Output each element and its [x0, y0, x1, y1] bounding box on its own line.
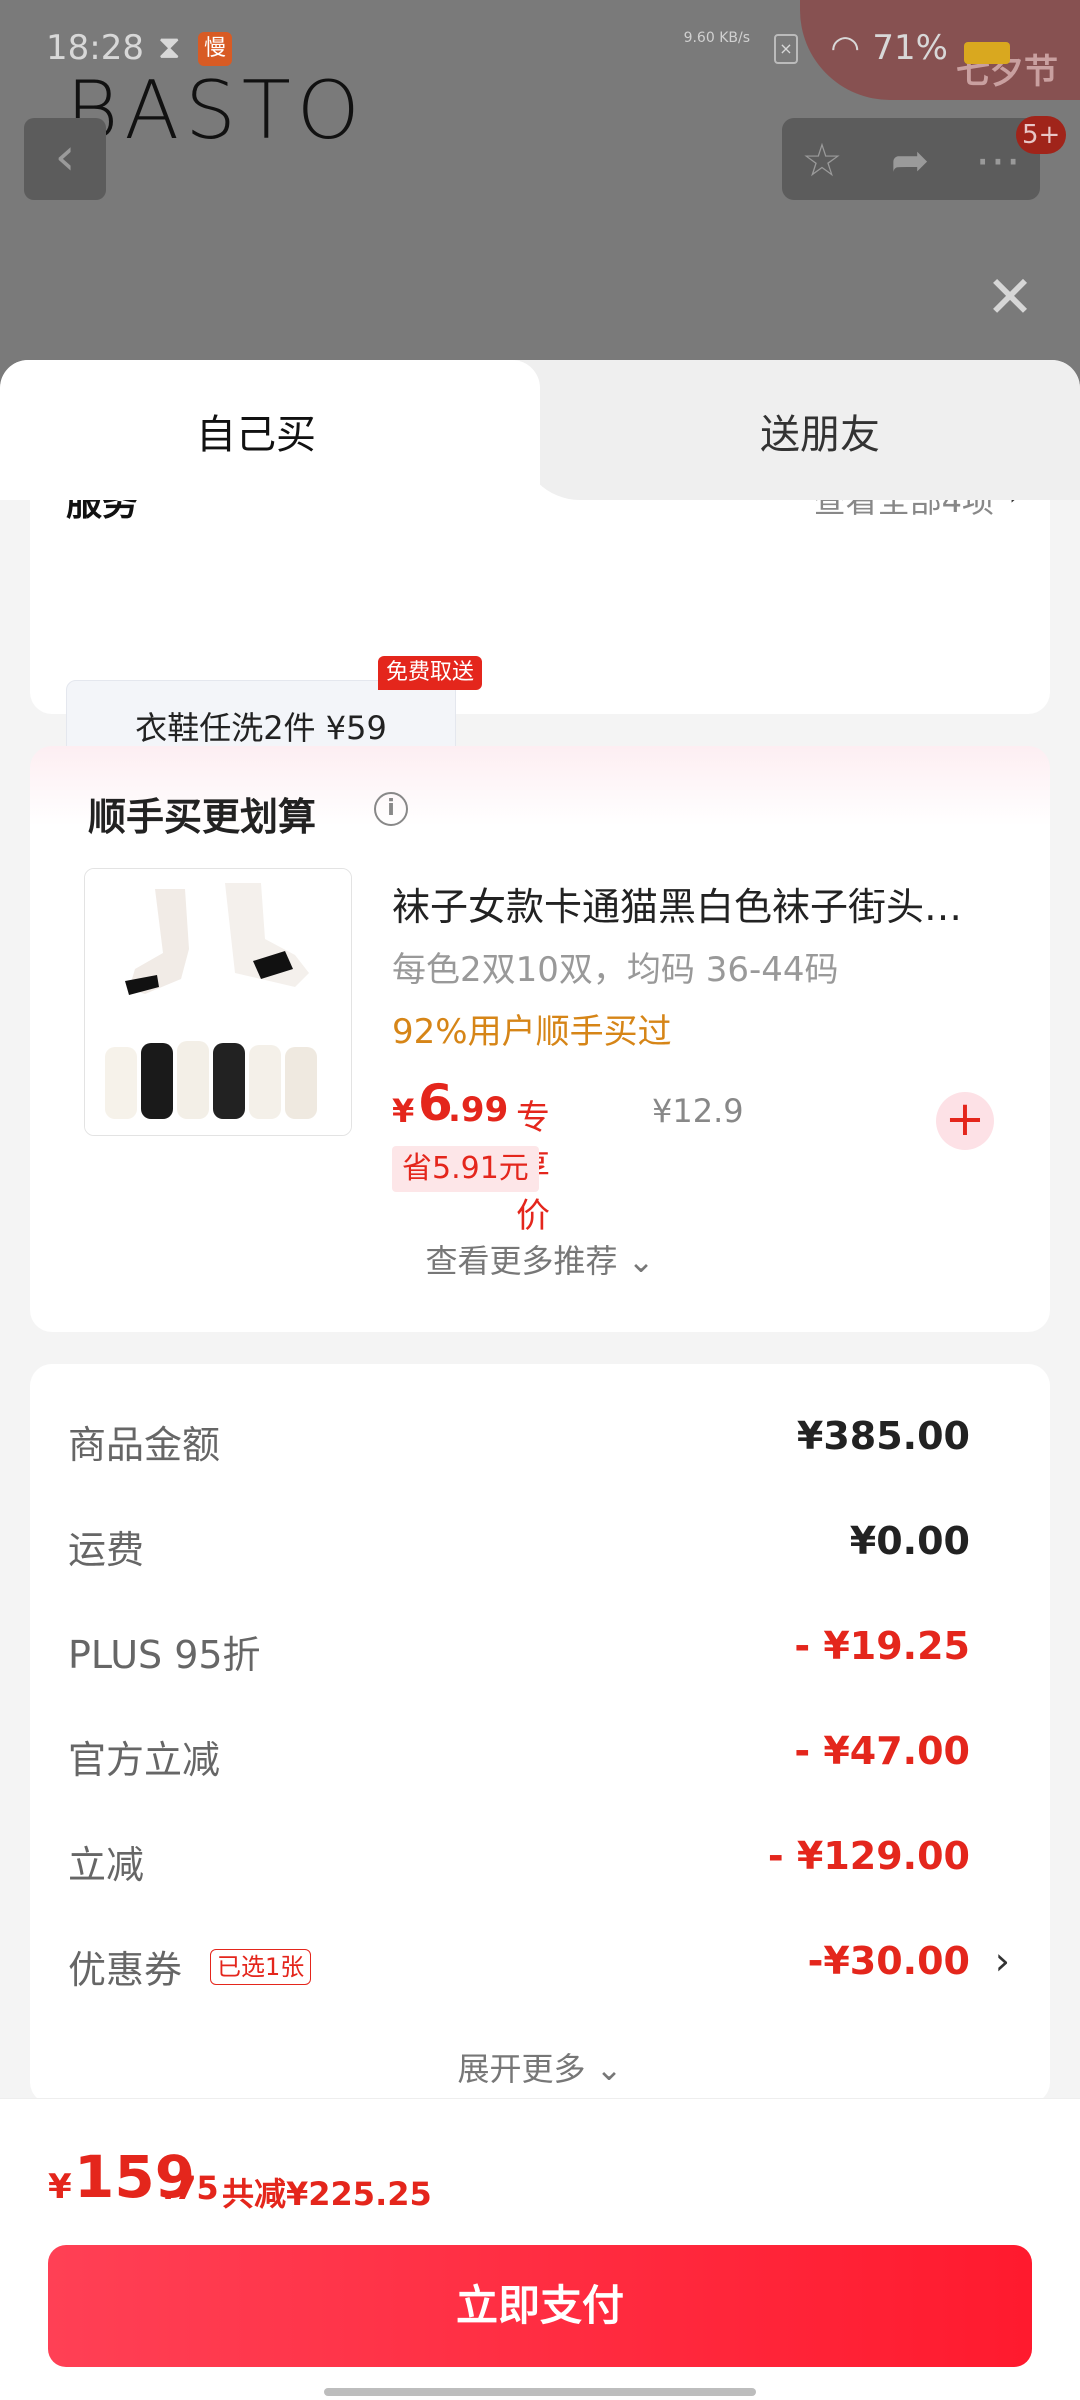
fee-label: 优惠券	[68, 1948, 183, 1992]
battery-icon	[964, 42, 1010, 64]
fee-label: 官方立减	[68, 1738, 221, 1782]
close-sheet-button[interactable]: ✕	[980, 268, 1040, 328]
sim-icon: ×	[774, 34, 798, 64]
hourglass-icon: ⧗	[158, 28, 181, 66]
battery-percent: 71%	[872, 28, 948, 68]
more-badge: 5+	[1016, 116, 1067, 154]
tab-gift-friend[interactable]: 送朋友	[520, 360, 1080, 500]
chevron-left-icon: ‹	[54, 127, 76, 187]
fee-label: 商品金额	[68, 1423, 221, 1467]
pay-now-button[interactable]: 立即支付	[48, 2245, 1032, 2367]
fee-value: ¥0.00	[849, 1519, 970, 1563]
total-currency: ¥	[48, 2167, 72, 2207]
fee-value: - ¥47.00	[794, 1729, 970, 1773]
fee-value: -¥30.00	[807, 1939, 970, 1983]
status-time: 18:28	[46, 28, 144, 68]
see-more-recommend[interactable]: 查看更多推荐 ⌄	[30, 1236, 1050, 1282]
top-actions-bar: ☆ ➦ ⋯	[782, 118, 1040, 200]
fee-row-plus-discount: PLUS 95折 - ¥19.25	[68, 1624, 970, 1684]
product-spec: 每色2双10双，均码 36-44码	[392, 950, 839, 990]
original-price: ¥12.9	[652, 1092, 744, 1130]
brand-logo: BASTO	[66, 64, 366, 157]
product-image[interactable]	[84, 868, 352, 1136]
app-notification-icon: 慢	[198, 32, 232, 66]
network-speed: 9.60 KB/s	[683, 30, 750, 46]
price-currency: ¥	[392, 1092, 415, 1130]
coupon-selected-tag: 已选1张	[210, 1949, 312, 1985]
plus-icon: +	[944, 1091, 986, 1147]
tab-label: 送朋友	[760, 412, 880, 458]
fee-breakdown-card: 商品金额 ¥385.00 运费 ¥0.00 PLUS 95折 - ¥19.25 …	[30, 1364, 1050, 2104]
save-amount-tag: 省5.91元	[392, 1146, 539, 1192]
fee-row-shipping: 运费 ¥0.00	[68, 1519, 970, 1579]
info-icon[interactable]: i	[374, 792, 408, 826]
fee-row-goods: 商品金额 ¥385.00	[68, 1414, 970, 1474]
total-saved: 共减¥225.25	[222, 2175, 432, 2213]
fee-value: ¥385.00	[796, 1414, 970, 1458]
socks-image-icon	[85, 869, 351, 1135]
product-bought-info: 92%用户顺手买过	[392, 1012, 672, 1052]
add-to-order-button[interactable]: +	[936, 1092, 994, 1150]
checkout-sheet: 服务 查看全部4项 › 衣鞋任洗2件 ¥59 免费取送 送朋友 自己买 顺手买更…	[0, 360, 1080, 2400]
fee-row-instant-discount: 立减 - ¥129.00	[68, 1834, 970, 1894]
fee-label: PLUS 95折	[68, 1633, 261, 1677]
tab-label: 自己买	[196, 412, 316, 458]
recommend-title: 顺手买更划算	[88, 795, 317, 839]
share-icon[interactable]: ➦	[880, 130, 940, 190]
wifi-icon: ◠	[830, 28, 860, 68]
fee-value: - ¥129.00	[767, 1834, 970, 1878]
chevron-right-icon: ›	[994, 1939, 1010, 1983]
close-icon: ✕	[985, 263, 1035, 331]
tab-buy-self[interactable]: 自己买	[0, 360, 540, 500]
recommend-card: 顺手买更划算 i 袜子女款卡通猫黑白色袜子街头风短筒船袜 每色2双10双，均码 …	[30, 746, 1050, 1332]
home-indicator[interactable]	[324, 2388, 756, 2396]
service-tag: 免费取送	[378, 656, 483, 690]
fee-row-coupon[interactable]: 优惠券 已选1张 -¥30.00 ›	[68, 1939, 1010, 1999]
favorite-star-icon[interactable]: ☆	[792, 130, 852, 190]
expand-more-button[interactable]: 展开更多 ⌄	[30, 2044, 1050, 2090]
fee-row-official-discount: 官方立减 - ¥47.00	[68, 1729, 970, 1789]
fee-label: 运费	[68, 1528, 145, 1572]
payment-bar: ¥ 159 .75 共减¥225.25 立即支付	[0, 2098, 1080, 2400]
total-decimal: .75	[162, 2169, 219, 2207]
product-name[interactable]: 袜子女款卡通猫黑白色袜子街头风短筒船袜	[392, 876, 992, 931]
fee-value: - ¥19.25	[794, 1624, 970, 1668]
price-decimal: .99	[448, 1090, 509, 1130]
fee-label: 立减	[68, 1843, 145, 1887]
service-card: 服务 查看全部4项 › 衣鞋任洗2件 ¥59 免费取送	[30, 470, 1050, 776]
back-button[interactable]: ‹	[24, 118, 106, 200]
